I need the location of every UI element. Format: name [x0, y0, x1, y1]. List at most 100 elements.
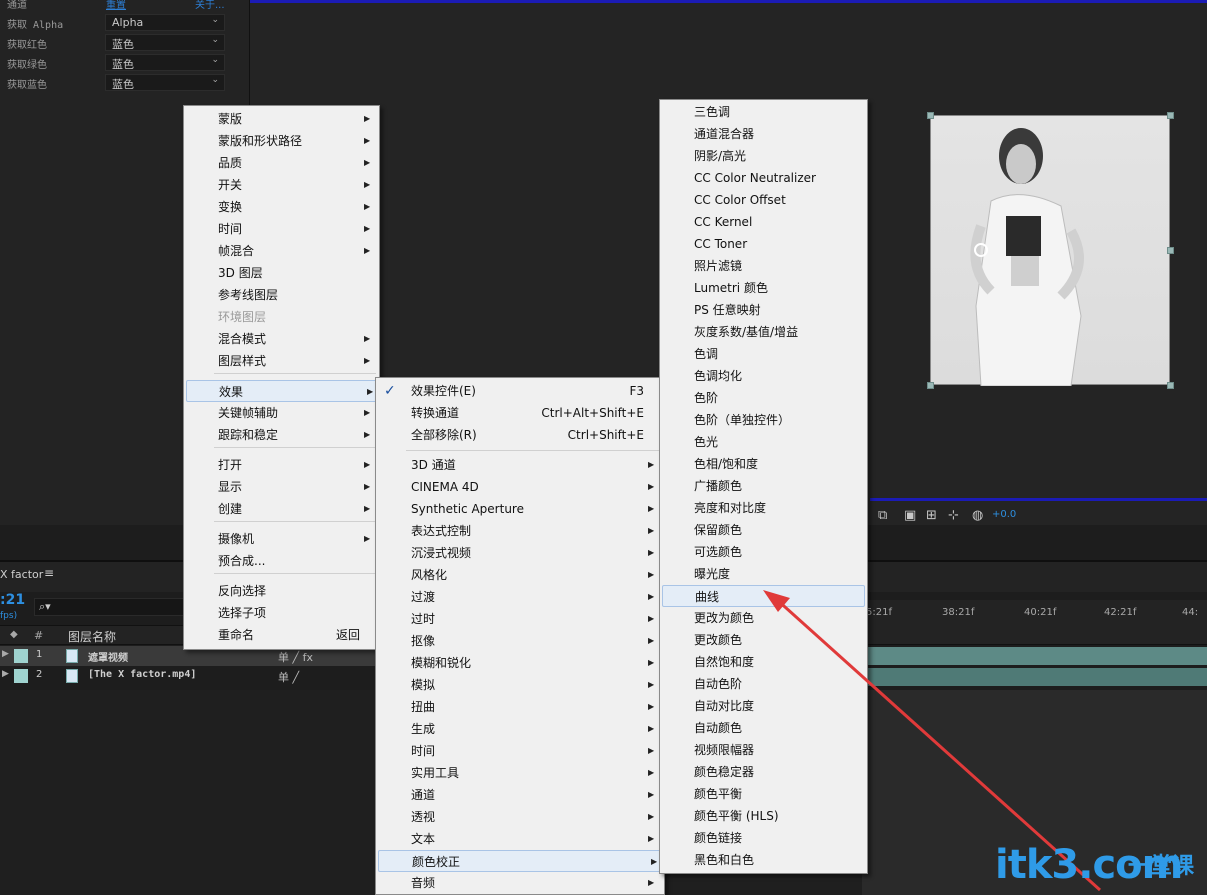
- color-correction-item[interactable]: 色阶: [660, 387, 867, 409]
- timeline-tab[interactable]: X factor: [0, 568, 43, 581]
- effects-menu-item[interactable]: 抠像 ▶: [376, 630, 664, 652]
- color-correction-item[interactable]: 照片滤镜: [660, 255, 867, 277]
- effects-menu-item[interactable]: 音频 ▶: [376, 872, 664, 894]
- color-correction-item[interactable]: PS 任意映射: [660, 299, 867, 321]
- layer-name[interactable]: 遮罩视频: [88, 649, 128, 664]
- get-alpha-dropdown[interactable]: Alpha ⌄: [105, 14, 225, 31]
- color-correction-item[interactable]: 视频限幅器: [660, 739, 867, 761]
- anchor-point-icon[interactable]: [974, 243, 988, 257]
- color-correction-item[interactable]: 亮度和对比度: [660, 497, 867, 519]
- layer-duration-bar[interactable]: [868, 668, 1207, 686]
- color-correction-item[interactable]: 灰度系数/基值/增益: [660, 321, 867, 343]
- color-correction-item[interactable]: 色调: [660, 343, 867, 365]
- expand-triangle-icon[interactable]: ▶: [2, 669, 9, 679]
- color-correction-item[interactable]: CC Toner: [660, 233, 867, 255]
- layer-switches[interactable]: 单 ╱: [278, 669, 299, 685]
- context-menu-item[interactable]: 选择子项: [184, 602, 379, 624]
- effects-menu-item[interactable]: CINEMA 4D ▶: [376, 476, 664, 498]
- resize-handle[interactable]: [1167, 382, 1174, 389]
- effects-menu-item[interactable]: 时间 ▶: [376, 740, 664, 762]
- color-correction-item[interactable]: 更改为颜色: [660, 607, 867, 629]
- color-correction-item[interactable]: 曲线: [662, 585, 865, 607]
- effects-menu-item[interactable]: 沉浸式视频 ▶: [376, 542, 664, 564]
- color-correction-item[interactable]: 黑色和白色: [660, 849, 867, 871]
- color-correction-item[interactable]: 自然饱和度: [660, 651, 867, 673]
- context-menu-item[interactable]: 参考线图层: [184, 284, 379, 306]
- context-menu-item[interactable]: 变换 ▶: [184, 196, 379, 218]
- color-correction-item[interactable]: Lumetri 颜色: [660, 277, 867, 299]
- get-green-dropdown[interactable]: 蓝色 ⌄: [105, 54, 225, 71]
- layer-name[interactable]: [The X factor.mp4]: [88, 669, 196, 680]
- effects-menu-item[interactable]: 模糊和锐化 ▶: [376, 652, 664, 674]
- color-correction-item[interactable]: 更改颜色: [660, 629, 867, 651]
- effects-menu-item[interactable]: 3D 通道 ▶: [376, 454, 664, 476]
- context-menu-item[interactable]: 混合模式 ▶: [184, 328, 379, 350]
- context-menu-item[interactable]: 摄像机 ▶: [184, 528, 379, 550]
- context-menu-item[interactable]: 跟踪和稳定 ▶: [184, 424, 379, 446]
- context-menu-item[interactable]: 环境图层: [184, 306, 379, 328]
- color-correction-item[interactable]: 通道混合器: [660, 123, 867, 145]
- about-link[interactable]: 关于...: [195, 0, 225, 11]
- composition-image[interactable]: [930, 115, 1170, 386]
- effects-menu-item[interactable]: Synthetic Aperture ▶: [376, 498, 664, 520]
- color-correction-item[interactable]: 色调均化: [660, 365, 867, 387]
- layer-search-input[interactable]: ⌕▾: [34, 598, 184, 616]
- color-correction-item[interactable]: CC Color Offset: [660, 189, 867, 211]
- context-menu-item[interactable]: 蒙版和形状路径 ▶: [184, 130, 379, 152]
- color-correction-item[interactable]: 颜色平衡 (HLS): [660, 805, 867, 827]
- effects-menu-item[interactable]: 扭曲 ▶: [376, 696, 664, 718]
- color-correction-item[interactable]: 色阶（单独控件）: [660, 409, 867, 431]
- color-correction-item[interactable]: 阴影/高光: [660, 145, 867, 167]
- context-menu-item[interactable]: 蒙版 ▶: [184, 108, 379, 130]
- context-menu-item[interactable]: 帧混合 ▶: [184, 240, 379, 262]
- context-menu-item[interactable]: 3D 图层: [184, 262, 379, 284]
- effects-menu-item[interactable]: 表达式控制 ▶: [376, 520, 664, 542]
- context-menu-item[interactable]: 创建 ▶: [184, 498, 379, 520]
- context-menu-item[interactable]: 显示 ▶: [184, 476, 379, 498]
- effects-menu-item[interactable]: 全部移除(R) Ctrl+Shift+E: [376, 424, 664, 446]
- color-correction-item[interactable]: CC Color Neutralizer: [660, 167, 867, 189]
- time-ruler[interactable]: 5:21f 38:21f 40:21f 42:21f 44:: [862, 600, 1207, 640]
- context-menu-item[interactable]: 开关 ▶: [184, 174, 379, 196]
- snapshot-icon[interactable]: ▣: [904, 508, 916, 523]
- color-correction-item[interactable]: 广播颜色: [660, 475, 867, 497]
- resize-handle[interactable]: [927, 382, 934, 389]
- reset-link[interactable]: 重置: [106, 0, 126, 11]
- context-menu-item[interactable]: 关键帧辅助 ▶: [184, 402, 379, 424]
- color-correction-item[interactable]: 自动色阶: [660, 673, 867, 695]
- color-correction-item[interactable]: 色光: [660, 431, 867, 453]
- exposure-value[interactable]: +0.0: [992, 509, 1016, 520]
- resize-handle[interactable]: [927, 112, 934, 119]
- resize-handle[interactable]: [1167, 112, 1174, 119]
- hamburger-icon[interactable]: ≡: [44, 566, 54, 580]
- context-menu-item[interactable]: 重命名 返回: [184, 624, 379, 646]
- label-color-swatch[interactable]: [14, 649, 28, 663]
- exposure-icon[interactable]: ◍: [972, 508, 983, 523]
- label-color-swatch[interactable]: [14, 669, 28, 683]
- color-correction-item[interactable]: 颜色链接: [660, 827, 867, 849]
- layer-duration-bar[interactable]: [868, 647, 1207, 665]
- expand-triangle-icon[interactable]: ▶: [2, 649, 9, 659]
- color-correction-item[interactable]: 色相/饱和度: [660, 453, 867, 475]
- layer-row[interactable]: ▶ 2 [The X factor.mp4] 单 ╱: [0, 666, 380, 686]
- effects-menu-item[interactable]: 颜色校正 ▶: [378, 850, 662, 872]
- layer-switches[interactable]: 单 ╱ fx: [278, 649, 313, 665]
- get-blue-dropdown[interactable]: 蓝色 ⌄: [105, 74, 225, 91]
- context-menu-item[interactable]: 反向选择: [184, 580, 379, 602]
- color-correction-item[interactable]: 颜色稳定器: [660, 761, 867, 783]
- effects-menu-item[interactable]: 透视 ▶: [376, 806, 664, 828]
- effects-menu-item[interactable]: 过时 ▶: [376, 608, 664, 630]
- color-correction-item[interactable]: 可选颜色: [660, 541, 867, 563]
- color-correction-item[interactable]: 曝光度: [660, 563, 867, 585]
- resize-handle[interactable]: [1167, 247, 1174, 254]
- context-menu-item[interactable]: 预合成...: [184, 550, 379, 572]
- color-correction-item[interactable]: 自动颜色: [660, 717, 867, 739]
- effects-menu-item[interactable]: 模拟 ▶: [376, 674, 664, 696]
- effects-menu-item[interactable]: 过渡 ▶: [376, 586, 664, 608]
- color-correction-item[interactable]: 颜色平衡: [660, 783, 867, 805]
- color-correction-item[interactable]: 自动对比度: [660, 695, 867, 717]
- context-menu-item[interactable]: 图层样式 ▶: [184, 350, 379, 372]
- region-of-interest-icon[interactable]: ⧉: [878, 508, 887, 523]
- context-menu-item[interactable]: 时间 ▶: [184, 218, 379, 240]
- context-menu-item[interactable]: 打开 ▶: [184, 454, 379, 476]
